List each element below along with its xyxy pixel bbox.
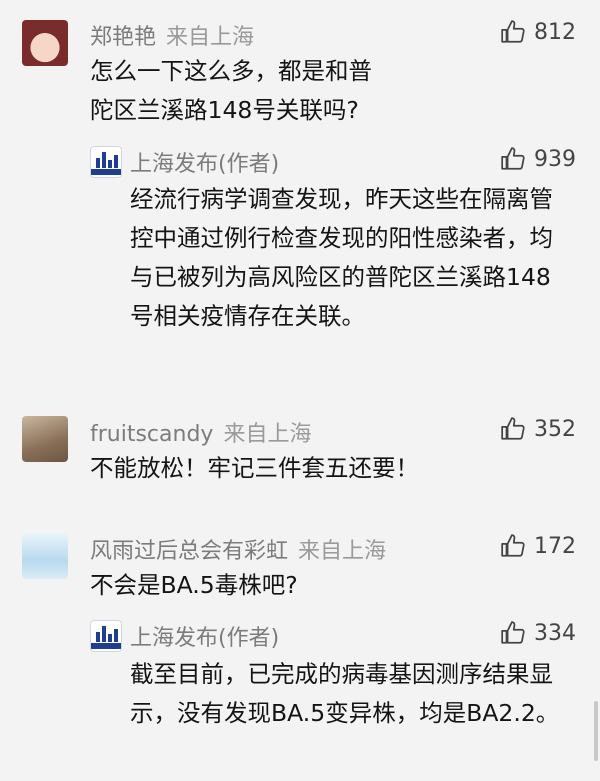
like-button[interactable]: 939 [500, 146, 576, 172]
comment-text: 不能放松！牢记三件套五还要！ [90, 454, 419, 482]
author-name[interactable]: 风雨过后总会有彩虹 [90, 539, 288, 564]
like-count: 172 [534, 533, 576, 559]
thumbs-up-icon [501, 534, 525, 557]
comment-author[interactable]: 风雨过后总会有彩虹 来自上海 [90, 533, 386, 565]
like-count: 334 [534, 620, 576, 646]
official-avatar[interactable] [90, 146, 122, 178]
author-name[interactable]: 郑艳艳 [90, 25, 156, 50]
like-button[interactable]: 812 [500, 19, 576, 45]
comment-item[interactable]: fruitscandy 来自上海 352 不能放松！牢记三件套五还要！ [0, 400, 600, 510]
like-button[interactable]: 334 [500, 620, 576, 646]
comment-author[interactable]: 郑艳艳 来自上海 [90, 19, 254, 51]
scrollbar[interactable] [594, 701, 598, 761]
reply-author[interactable]: 上海发布(作者) [130, 620, 279, 652]
comment-author[interactable]: fruitscandy 来自上海 [90, 416, 311, 448]
reply-text: 经流行病学调查发现，昨天这些在隔离管控中通过例行检查发现的阳性感染者，均与已被列… [130, 185, 553, 330]
user-avatar[interactable] [22, 533, 68, 579]
thumbs-up-icon [501, 417, 525, 440]
thumbs-up-icon [501, 147, 525, 170]
like-button[interactable]: 172 [500, 533, 576, 559]
like-count: 812 [534, 19, 576, 45]
comment-item[interactable]: 风雨过后总会有彩虹 来自上海 172 不会是BA.5毒株吧? 上海发布(作者) 3… [0, 518, 600, 781]
user-avatar[interactable] [22, 416, 68, 462]
thumbs-up-icon [501, 621, 525, 644]
reply-author[interactable]: 上海发布(作者) [130, 146, 279, 178]
author-name[interactable]: fruitscandy [90, 422, 213, 447]
official-avatar[interactable] [90, 620, 122, 652]
thumbs-up-icon [501, 20, 525, 43]
comment-item[interactable]: 郑艳艳 来自上海 812 怎么一下这么多，都是和普陀区兰溪路148号关联吗? 上海… [0, 0, 600, 400]
comment-text: 怎么一下这么多，都是和普陀区兰溪路148号关联吗? [90, 57, 372, 124]
author-location: 来自上海 [166, 25, 255, 50]
like-count: 939 [534, 146, 576, 172]
author-location: 来自上海 [223, 422, 312, 447]
like-count: 352 [534, 416, 576, 442]
comment-text: 不会是BA.5毒株吧? [90, 571, 298, 599]
author-location: 来自上海 [298, 539, 387, 564]
reply-text: 截至目前，已完成的病毒基因测序结果显示，没有发现BA.5变异株，均是BA2.2。 [130, 660, 560, 727]
like-button[interactable]: 352 [500, 416, 576, 442]
user-avatar[interactable] [22, 20, 68, 66]
